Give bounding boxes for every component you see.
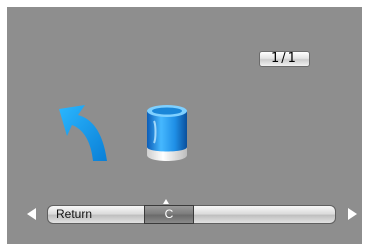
bottom-menu-bar: Return C xyxy=(47,205,336,224)
back-arrow-icon[interactable] xyxy=(57,103,115,163)
return-button[interactable]: Return xyxy=(56,207,92,222)
right-arrow-icon[interactable] xyxy=(348,208,357,220)
menu-item-selected[interactable]: C xyxy=(144,205,194,224)
page-indicator: 1/1 xyxy=(259,51,310,67)
storage-cylinder-icon[interactable] xyxy=(144,103,190,165)
left-arrow-icon[interactable] xyxy=(27,208,36,220)
selection-caret-icon xyxy=(163,199,169,204)
device-screen: 1/1 Return C xyxy=(7,7,362,244)
